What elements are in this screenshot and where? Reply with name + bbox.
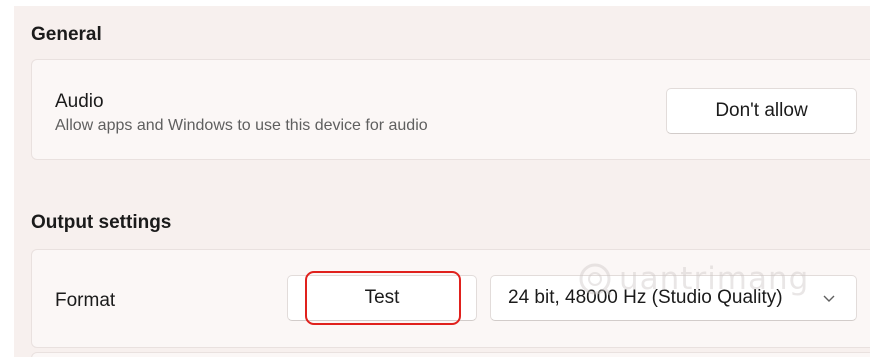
- format-title: Format: [55, 290, 116, 311]
- audio-description: Allow apps and Windows to use this devic…: [55, 117, 428, 134]
- top-edge: [0, 0, 870, 6]
- audio-title: Audio: [55, 91, 104, 112]
- chevron-down-icon: [823, 295, 835, 302]
- format-select[interactable]: 24 bit, 48000 Hz (Studio Quality): [490, 275, 857, 321]
- section-title-output: Output settings: [31, 212, 172, 233]
- page-edge: [0, 0, 14, 357]
- next-setting-card: [31, 352, 870, 357]
- format-select-value: 24 bit, 48000 Hz (Studio Quality): [508, 287, 783, 308]
- audio-setting-card: Audio Allow apps and Windows to use this…: [31, 59, 870, 160]
- section-title-general: General: [31, 24, 102, 45]
- dont-allow-button[interactable]: Don't allow: [666, 88, 857, 134]
- format-setting-card: Format Test 24 bit, 48000 Hz (Studio Qua…: [31, 249, 870, 348]
- test-highlight-box: [305, 271, 461, 325]
